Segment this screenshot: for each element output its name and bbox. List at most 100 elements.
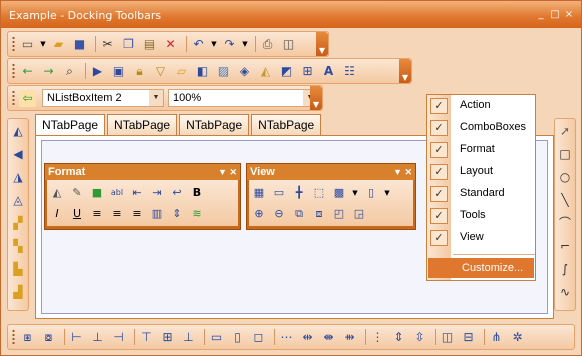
properties-icon[interactable]: ☷ <box>341 63 358 80</box>
hspace-inc-icon[interactable]: ⇹ <box>299 329 316 346</box>
filter-icon[interactable]: ▽ <box>152 63 169 80</box>
align-centers-icon[interactable]: ⊥ <box>89 329 106 346</box>
tab-ntabpage-4[interactable]: NTabPage <box>251 114 322 135</box>
align-left-icon[interactable]: ≡ <box>89 206 105 222</box>
rectangle-icon[interactable]: □ <box>557 146 573 162</box>
same-width-icon[interactable]: ▭ <box>208 329 225 346</box>
align-lefts-icon[interactable]: ⊢ <box>68 329 85 346</box>
column-icon[interactable]: ▥ <box>149 206 165 222</box>
spacing-icon[interactable]: ⇕ <box>169 206 185 222</box>
zoom-in-icon[interactable]: ⊕ <box>251 206 267 222</box>
bring-front-icon[interactable]: ◰ <box>331 206 347 222</box>
center-vertical-icon[interactable]: ⊟ <box>460 329 477 346</box>
align-tops-icon[interactable]: ⊤ <box>138 329 155 346</box>
color-icon[interactable]: ■ <box>89 185 105 201</box>
toolbar-grip[interactable] <box>12 63 15 79</box>
undo-dropdown-icon[interactable]: ▼ <box>211 36 217 53</box>
layout-2-icon[interactable]: ⧇ <box>40 329 57 346</box>
menu-item-tools[interactable]: ✓ Tools <box>427 205 535 227</box>
same-height-icon[interactable]: ▯ <box>229 329 246 346</box>
print-icon[interactable]: ⎙ <box>259 36 276 53</box>
close-icon[interactable]: ✕ <box>229 167 237 177</box>
arrow-left-icon[interactable]: ⇦ <box>19 89 36 107</box>
save-icon[interactable]: ■ <box>71 36 88 53</box>
radial-layout-icon[interactable]: ✲ <box>509 329 526 346</box>
zoom-out-icon[interactable]: ⊖ <box>271 206 287 222</box>
align-center-icon[interactable]: ◀ <box>10 146 26 162</box>
toolbar-grip[interactable] <box>12 36 15 52</box>
customize-menu-item[interactable]: Customize... <box>428 258 534 278</box>
redo-icon[interactable]: ↷ <box>221 36 238 53</box>
layers-icon[interactable]: ≋ <box>189 206 205 222</box>
chevron-down-icon[interactable]: ▼ <box>218 167 227 177</box>
mirror-icon[interactable]: ◬ <box>10 192 26 208</box>
forward-icon[interactable]: → <box>40 63 57 80</box>
guides-icon[interactable]: ╋ <box>291 185 307 201</box>
view-panel-header[interactable]: View ▼ ✕ <box>247 164 415 180</box>
toolbar-grip[interactable] <box>12 90 15 106</box>
zoom-combo[interactable]: 100% ▼ <box>168 89 318 107</box>
close-button[interactable]: × <box>563 9 575 21</box>
copy-icon[interactable]: ❐ <box>120 36 137 53</box>
chevron-down-icon[interactable]: ▼ <box>393 167 402 177</box>
redo-dropdown-icon[interactable]: ▼ <box>242 36 248 53</box>
italic-icon[interactable]: I <box>49 206 65 222</box>
toolbar-overflow-icon[interactable]: ▼ <box>310 86 322 110</box>
arc-icon[interactable]: ⌒ <box>557 215 573 231</box>
wave-icon[interactable]: ∿ <box>557 284 573 300</box>
tab-ntabpage-2[interactable]: NTabPage <box>107 114 178 135</box>
center-horizontal-icon[interactable]: ◫ <box>439 329 456 346</box>
open-icon[interactable]: ▰ <box>50 36 67 53</box>
ungroup-icon[interactable]: ⧈ <box>311 206 327 222</box>
align-center-icon[interactable]: ≡ <box>109 206 125 222</box>
shape-4-icon[interactable]: ▟ <box>10 284 26 300</box>
fill-icon[interactable]: ◩ <box>278 63 295 80</box>
back-icon[interactable]: ← <box>19 63 36 80</box>
list-combo[interactable]: NListBoxItem 2 ▼ <box>42 89 164 107</box>
menu-item-layout[interactable]: ✓ Layout <box>427 161 535 183</box>
cube-icon[interactable]: ◈ <box>236 63 253 80</box>
delete-icon[interactable]: ✕ <box>162 36 179 53</box>
font-icon[interactable]: A <box>320 63 337 80</box>
hspace-dec-icon[interactable]: ⇼ <box>320 329 337 346</box>
page-icon[interactable]: ▯ <box>363 185 379 201</box>
window-icon[interactable]: ▣ <box>110 63 127 80</box>
stack-icon[interactable]: ◧ <box>194 63 211 80</box>
dropdown-arrow-icon[interactable]: ▼ <box>40 36 46 53</box>
image-icon[interactable]: ▨ <box>215 63 232 80</box>
send-back-icon[interactable]: ◲ <box>351 206 367 222</box>
undo-icon[interactable]: ↶ <box>190 36 207 53</box>
grid-icon[interactable]: ▦ <box>251 185 267 201</box>
play-icon[interactable]: ▶ <box>89 63 106 80</box>
shape-2-icon[interactable]: ▚ <box>10 238 26 254</box>
align-left-arrows-icon[interactable]: ⇤ <box>129 185 145 201</box>
pencil-icon[interactable]: ✎ <box>69 185 85 201</box>
vspace-equal-icon[interactable]: ⋮ <box>369 329 386 346</box>
shape-3-icon[interactable]: ▙ <box>10 261 26 277</box>
tab-ntabpage-3[interactable]: NTabPage <box>179 114 250 135</box>
lock-icon[interactable]: 🔒︎ <box>131 63 148 80</box>
align-rights-icon[interactable]: ⊣ <box>110 329 127 346</box>
bucket-icon[interactable]: ◭ <box>257 63 274 80</box>
folder-open-icon[interactable]: ▱ <box>173 63 190 80</box>
find-icon[interactable]: ⌕ <box>61 63 78 80</box>
align-middles-icon[interactable]: ⊞ <box>159 329 176 346</box>
tree-icon[interactable]: ⊞ <box>299 63 316 80</box>
grid-dropdown-icon[interactable]: ▩ <box>331 185 347 201</box>
line-icon[interactable]: ╲ <box>557 192 573 208</box>
shape-1-icon[interactable]: ▞ <box>10 215 26 231</box>
hspace-remove-icon[interactable]: ⇻ <box>341 329 358 346</box>
align-right-arrows-icon[interactable]: ⇥ <box>149 185 165 201</box>
same-size-icon[interactable]: ◻ <box>250 329 267 346</box>
menu-item-standard[interactable]: ✓ Standard <box>427 183 535 205</box>
paste-icon[interactable]: ▤ <box>141 36 158 53</box>
bezier-icon[interactable]: ∫ <box>557 261 573 277</box>
align-bottoms-icon[interactable]: ⊥ <box>180 329 197 346</box>
toolbar-grip[interactable] <box>12 329 15 345</box>
curve-icon[interactable]: ⌐ <box>557 238 573 254</box>
print-preview-icon[interactable]: ◫ <box>280 36 297 53</box>
layout-1-icon[interactable]: ⧆ <box>19 329 36 346</box>
textbox-icon[interactable]: abl <box>109 185 125 201</box>
new-icon[interactable]: ▭ <box>19 36 36 53</box>
toolbar-overflow-icon[interactable]: ▼ <box>316 32 328 56</box>
